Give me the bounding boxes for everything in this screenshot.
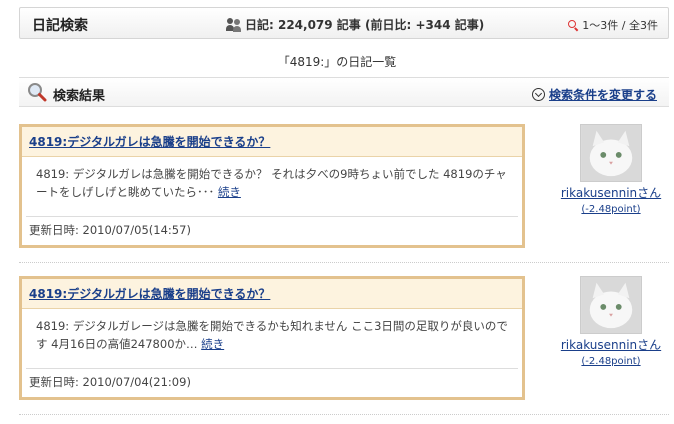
change-conditions-link[interactable]: 検索条件を変更する	[531, 86, 657, 103]
people-icon	[226, 17, 242, 32]
cat-avatar-icon[interactable]	[580, 276, 642, 334]
list-heading: 「4819:」の日記一覧	[277, 55, 397, 69]
result-count-text: 1〜3件 / 全3件	[582, 19, 658, 32]
results-title: 検索結果	[53, 89, 106, 104]
result-count: 1〜3件 / 全3件	[568, 17, 658, 33]
entry-excerpt: 4819: デジタルガレージは急騰を開始できるかも知れません ここ3日間の足取り…	[26, 309, 518, 369]
entry-excerpt-text: 4819: デジタルガレージは急騰を開始できるかも知れません ここ3日間の足取り…	[36, 319, 508, 351]
entry-excerpt: 4819: デジタルガレは急騰を開始できるか？ それは夕べの9時ちょい前でした …	[26, 157, 518, 217]
header-bar: 日記検索 日記: 224,079 記事 (前日比: +344 記事) 1〜3件 …	[19, 7, 669, 39]
diary-entry: 4819:デジタルガレは急騰を開始できるか？ 4819: デジタルガレは急騰を開…	[19, 124, 525, 248]
diary-stats: 日記: 224,079 記事 (前日比: +344 記事)	[226, 16, 484, 33]
cat-avatar-icon[interactable]	[580, 124, 642, 182]
author-point-link[interactable]: (-2.48point)	[556, 204, 666, 215]
diary-stats-text: 日記: 224,079 記事 (前日比: +344 記事)	[245, 18, 485, 32]
entry-divider	[19, 414, 669, 415]
author-name-link[interactable]: rikakusenninさん	[556, 337, 666, 353]
entry-divider	[19, 262, 669, 263]
results-bar: 検索結果 検索条件を変更する	[19, 77, 669, 107]
change-conditions-label[interactable]: 検索条件を変更する	[549, 86, 657, 103]
entry-excerpt-text: 4819: デジタルガレは急騰を開始できるか？ それは夕べの9時ちょい前でした …	[36, 167, 507, 199]
entry-title-link[interactable]: 4819:デジタルガレは急騰を開始できるか？	[29, 287, 270, 301]
read-more-link[interactable]: 続き	[218, 185, 241, 199]
diary-entry: 4819:デジタルガレは急騰を開始できるか？ 4819: デジタルガレージは急騰…	[19, 276, 525, 400]
search-icon	[568, 20, 578, 30]
magnifier-icon	[28, 83, 47, 102]
page-title: 日記検索	[32, 18, 88, 34]
entry-author: rikakusenninさん (-2.48point)	[556, 124, 666, 215]
entry-updated-date: 更新日時: 2010/07/05(14:57)	[29, 223, 191, 237]
author-point-link[interactable]: (-2.48point)	[556, 356, 666, 367]
entry-updated-date: 更新日時: 2010/07/04(21:09)	[29, 375, 191, 389]
entry-title-bar: 4819:デジタルガレは急騰を開始できるか？	[22, 279, 522, 309]
read-more-link[interactable]: 続き	[201, 337, 224, 351]
entry-title-link[interactable]: 4819:デジタルガレは急騰を開始できるか？	[29, 135, 270, 149]
entry-author: rikakusenninさん (-2.48point)	[556, 276, 666, 367]
chevron-down-icon	[531, 88, 545, 101]
entry-title-bar: 4819:デジタルガレは急騰を開始できるか？	[22, 127, 522, 157]
author-name-link[interactable]: rikakusenninさん	[556, 185, 666, 201]
